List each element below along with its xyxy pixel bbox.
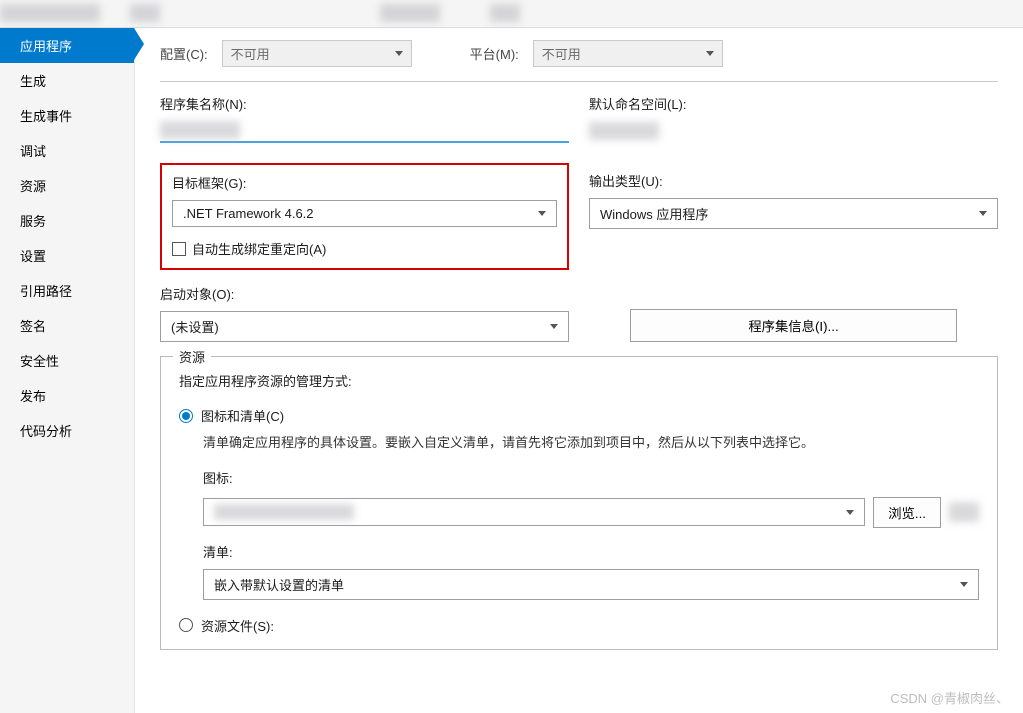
chevron-down-icon (706, 51, 714, 56)
default-namespace-input[interactable] (589, 121, 998, 143)
sidebar-item-reference-paths[interactable]: 引用路径 (0, 273, 134, 308)
platform-label: 平台(M): (470, 44, 519, 63)
startup-object-label: 启动对象(O): (160, 284, 569, 303)
sidebar: 应用程序 生成 生成事件 调试 资源 服务 设置 引用路径 签名 安全性 发布 … (0, 28, 135, 713)
default-namespace-label: 默认命名空间(L): (589, 94, 998, 113)
chevron-down-icon (846, 510, 854, 515)
sidebar-item-build[interactable]: 生成 (0, 63, 134, 98)
target-framework-dropdown[interactable]: .NET Framework 4.6.2 (172, 200, 557, 227)
config-value: 不可用 (231, 44, 270, 63)
icon-dropdown[interactable] (203, 498, 865, 526)
startup-object-dropdown[interactable]: (未设置) (160, 311, 569, 342)
sidebar-item-build-events[interactable]: 生成事件 (0, 98, 134, 133)
chevron-down-icon (395, 51, 403, 56)
radio-icon-manifest[interactable] (179, 409, 193, 423)
main-container: 应用程序 生成 生成事件 调试 资源 服务 设置 引用路径 签名 安全性 发布 … (0, 28, 1023, 713)
startup-object-value: (未设置) (171, 317, 219, 336)
resources-title: 资源 (173, 347, 211, 366)
sidebar-item-debug[interactable]: 调试 (0, 133, 134, 168)
target-framework-label: 目标框架(G): (172, 173, 557, 192)
manifest-label: 清单: (203, 542, 979, 561)
radio-resource-file-label: 资源文件(S): (201, 616, 274, 635)
auto-binding-checkbox[interactable] (172, 242, 186, 256)
sidebar-item-resources[interactable]: 资源 (0, 168, 134, 203)
config-dropdown[interactable]: 不可用 (222, 40, 412, 67)
assembly-name-input[interactable] (160, 121, 569, 143)
config-row: 配置(C): 不可用 平台(M): 不可用 (160, 40, 998, 82)
sidebar-item-code-analysis[interactable]: 代码分析 (0, 413, 134, 448)
assembly-info-button[interactable]: 程序集信息(I)... (630, 309, 957, 342)
sidebar-item-security[interactable]: 安全性 (0, 343, 134, 378)
chevron-down-icon (538, 211, 546, 216)
config-label: 配置(C): (160, 44, 208, 63)
output-type-dropdown[interactable]: Windows 应用程序 (589, 198, 998, 229)
manifest-help-text: 清单确定应用程序的具体设置。要嵌入自定义清单，请首先将它添加到项目中，然后从以下… (203, 433, 979, 454)
radio-resource-file[interactable] (179, 618, 193, 632)
browse-button[interactable]: 浏览... (873, 497, 941, 528)
manifest-value: 嵌入带默认设置的清单 (214, 575, 344, 594)
target-framework-value: .NET Framework 4.6.2 (183, 206, 314, 221)
output-type-value: Windows 应用程序 (600, 204, 708, 223)
output-type-label: 输出类型(U): (589, 171, 998, 190)
chevron-down-icon (550, 324, 558, 329)
sidebar-item-services[interactable]: 服务 (0, 203, 134, 238)
resources-description: 指定应用程序资源的管理方式: (179, 371, 979, 390)
sidebar-item-signing[interactable]: 签名 (0, 308, 134, 343)
sidebar-item-application[interactable]: 应用程序 (0, 28, 134, 63)
sidebar-item-publish[interactable]: 发布 (0, 378, 134, 413)
icon-label: 图标: (203, 468, 979, 487)
sidebar-item-settings[interactable]: 设置 (0, 238, 134, 273)
resources-section: 资源 指定应用程序资源的管理方式: 图标和清单(C) 清单确定应用程序的具体设置… (160, 356, 998, 650)
chevron-down-icon (979, 211, 987, 216)
platform-dropdown[interactable]: 不可用 (533, 40, 723, 67)
chevron-down-icon (960, 582, 968, 587)
auto-binding-label: 自动生成绑定重定向(A) (192, 239, 326, 258)
radio-icon-manifest-label: 图标和清单(C) (201, 406, 284, 425)
content-panel: 配置(C): 不可用 平台(M): 不可用 程序集名称(N): 默认命名空间(L… (135, 28, 1023, 713)
manifest-dropdown[interactable]: 嵌入带默认设置的清单 (203, 569, 979, 600)
assembly-name-label: 程序集名称(N): (160, 94, 569, 113)
highlighted-section: 目标框架(G): .NET Framework 4.6.2 自动生成绑定重定向(… (160, 163, 569, 270)
top-bar (0, 0, 1023, 28)
icon-preview (949, 502, 979, 522)
platform-value: 不可用 (542, 44, 581, 63)
